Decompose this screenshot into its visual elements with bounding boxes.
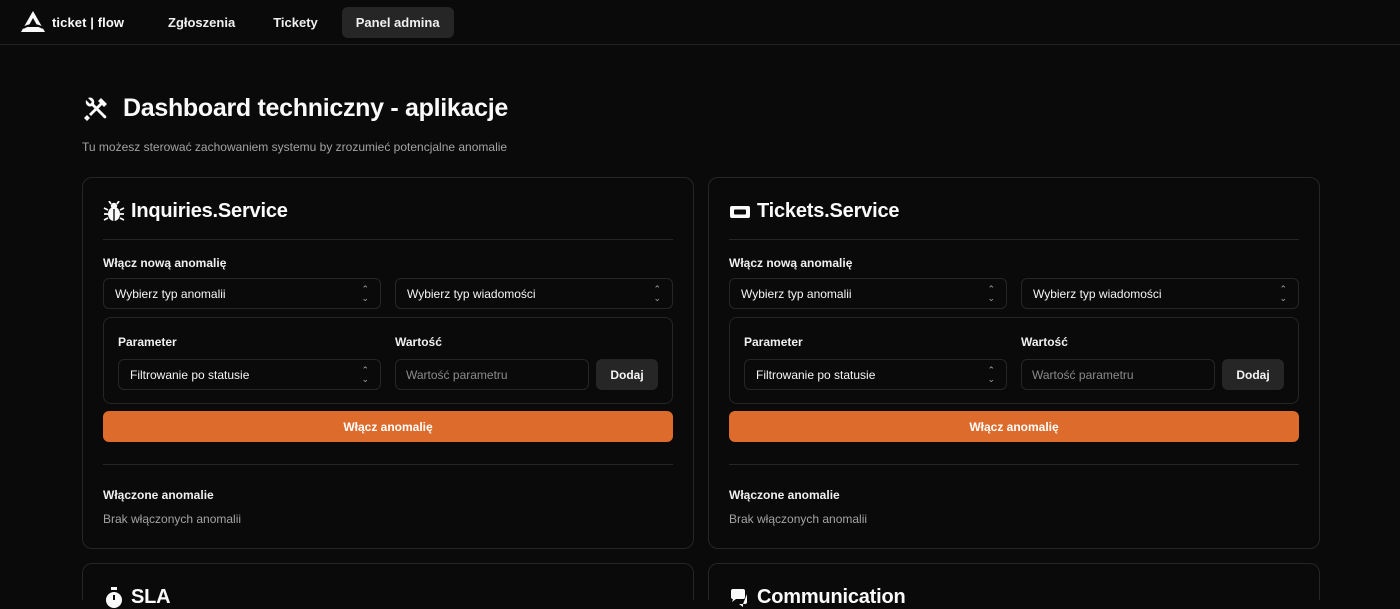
new-anomaly-label: Włącz nową anomalię xyxy=(103,256,227,270)
brand-icon xyxy=(21,11,45,32)
card-divider xyxy=(103,464,673,465)
chevron-updown-icon: ⌃ ⌄ xyxy=(361,283,369,303)
page-subtitle: Tu możesz sterować zachowaniem systemu b… xyxy=(82,140,508,154)
enable-anomaly-button[interactable]: Włącz anomalię xyxy=(103,411,673,442)
chevron-updown-icon: ⌃ ⌄ xyxy=(987,283,995,303)
card-divider xyxy=(729,239,1299,240)
card-header: Communication xyxy=(729,586,906,609)
card-divider xyxy=(103,239,673,240)
ticket-icon xyxy=(730,205,750,218)
top-navigation-bar: ticket | flow Zgłoszenia Tickety Panel a… xyxy=(0,0,1400,45)
card-header: Inquiries.Service xyxy=(103,200,288,223)
service-card-sla: SLA xyxy=(82,563,694,608)
value-label: Wartość xyxy=(395,335,442,349)
chevron-updown-icon: ⌃ ⌄ xyxy=(653,283,661,303)
anomaly-type-select[interactable]: Wybierz typ anomalii ⌃ ⌄ xyxy=(729,278,1007,309)
chevron-updown-icon: ⌃ ⌄ xyxy=(987,364,995,384)
nav-item-panel-admina[interactable]: Panel admina xyxy=(341,6,454,38)
anomaly-type-select-value: Wybierz typ anomalii xyxy=(741,286,852,301)
parameter-label: Parameter xyxy=(744,335,803,349)
enabled-anomalies-label: Włączone anomalie xyxy=(729,488,840,502)
empty-anomalies-text: Brak włączonych anomalii xyxy=(103,512,242,526)
parameter-box: Parameter Wartość Filtrowanie po statusi… xyxy=(729,317,1299,404)
chat-icon xyxy=(731,588,747,607)
chevron-updown-icon: ⌃ ⌄ xyxy=(1279,283,1287,303)
parameter-select-value: Filtrowanie po statusie xyxy=(130,367,250,382)
tools-icon xyxy=(84,97,107,121)
service-card-tickets: Tickets.Service Włącz nową anomalię Wybi… xyxy=(708,177,1320,549)
bug-icon xyxy=(103,200,125,221)
value-label: Wartość xyxy=(1021,335,1068,349)
parameter-box: Parameter Wartość Filtrowanie po statusi… xyxy=(103,317,673,404)
card-title: SLA xyxy=(131,586,171,608)
service-card-inquiries: Inquiries.Service Włącz nową anomalię Wy… xyxy=(82,177,694,549)
card-title: Tickets.Service xyxy=(757,200,900,222)
new-anomaly-label: Włącz nową anomalię xyxy=(729,256,853,270)
parameter-select-value: Filtrowanie po statusie xyxy=(756,367,876,382)
page-title: Dashboard techniczny - aplikacje xyxy=(123,94,508,122)
nav-item-zgloszenia[interactable]: Zgłoszenia xyxy=(154,7,249,38)
timer-icon xyxy=(106,586,122,608)
parameter-value-input[interactable] xyxy=(1021,359,1215,390)
parameter-value-input[interactable] xyxy=(395,359,589,390)
brand-logo[interactable]: ticket | flow xyxy=(20,10,150,34)
anomaly-type-select[interactable]: Wybierz typ anomalii ⌃ ⌄ xyxy=(103,278,381,309)
page-title-row: Dashboard techniczny - aplikacje xyxy=(82,94,508,123)
enable-anomaly-button[interactable]: Włącz anomalię xyxy=(729,411,1299,442)
nav-item-tickety[interactable]: Tickety xyxy=(259,7,332,38)
card-title: Communication xyxy=(757,586,906,608)
card-divider xyxy=(729,464,1299,465)
card-header: Tickets.Service xyxy=(729,200,899,223)
service-card-communication: Communication xyxy=(708,563,1320,608)
chevron-updown-icon: ⌃ ⌄ xyxy=(361,364,369,384)
parameter-select[interactable]: Filtrowanie po statusie ⌃ ⌄ xyxy=(744,359,1007,390)
add-parameter-button[interactable]: Dodaj xyxy=(596,359,658,390)
card-title: Inquiries.Service xyxy=(131,200,288,222)
anomaly-type-select-value: Wybierz typ anomalii xyxy=(115,286,226,301)
parameter-label: Parameter xyxy=(118,335,177,349)
card-header: SLA xyxy=(103,586,171,609)
add-parameter-button[interactable]: Dodaj xyxy=(1222,359,1284,390)
empty-anomalies-text: Brak włączonych anomalii xyxy=(729,512,868,526)
enabled-anomalies-label: Włączone anomalie xyxy=(103,488,214,502)
message-type-select-value: Wybierz typ wiadomości xyxy=(1033,286,1162,301)
message-type-select[interactable]: Wybierz typ wiadomości ⌃ ⌄ xyxy=(395,278,673,309)
message-type-select[interactable]: Wybierz typ wiadomości ⌃ ⌄ xyxy=(1021,278,1299,309)
parameter-select[interactable]: Filtrowanie po statusie ⌃ ⌄ xyxy=(118,359,381,390)
main-nav: Zgłoszenia Tickety Panel admina xyxy=(154,6,464,38)
message-type-select-value: Wybierz typ wiadomości xyxy=(407,286,536,301)
brand-name: ticket | flow xyxy=(52,14,125,30)
